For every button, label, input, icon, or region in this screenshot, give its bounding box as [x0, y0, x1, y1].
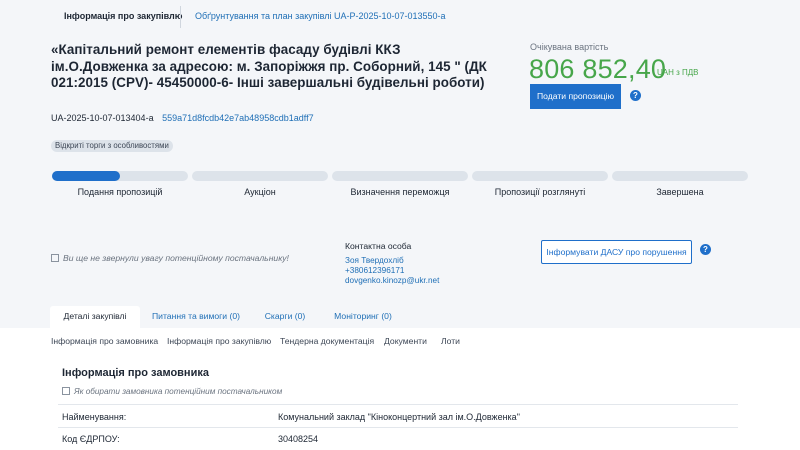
tender-title: «Капітальний ремонт елементів фасаду буд… — [51, 42, 487, 90]
tender-identifiers: UA-2025-10-07-013404-a 559a71d8fcdb42e7a… — [51, 113, 314, 123]
tender-id: UA-2025-10-07-013404-a — [51, 113, 154, 123]
checkbox-icon — [62, 387, 70, 395]
stage-label: Аукціон — [244, 187, 276, 197]
tab-procurement-info[interactable]: Інформація про закупівлю — [64, 11, 182, 21]
subtab-tender-docs[interactable]: Тендерна документація — [280, 336, 374, 346]
watch-supplier-checkbox[interactable]: Ви ще не звернули увагу потенційному пос… — [51, 253, 289, 263]
expected-value-currency: UAH з ПДВ — [657, 68, 699, 77]
top-tabs-bar: Інформація про закупівлю Обґрунтування т… — [0, 0, 800, 36]
stage-progress-bar — [192, 171, 328, 181]
customer-name-value: Комунальний заклад "Кіноконцертний зал і… — [278, 412, 520, 422]
row-divider — [58, 404, 738, 405]
procedure-type-badge: Відкриті торги з особливостями — [51, 140, 173, 152]
tab-divider — [180, 6, 181, 28]
tab-procurement-plan-link[interactable]: Обґрунтування та план закупівлі UA-P-202… — [195, 11, 446, 21]
checkbox-icon — [51, 254, 59, 262]
tab-monitoring[interactable]: Моніторинг (0) — [323, 306, 403, 328]
customer-section-title: Інформація про замовника — [62, 367, 209, 379]
watch-customer-label: Як обирати замовника потенційним постача… — [74, 387, 283, 396]
customer-edrpou-label: Код ЄДРПОУ: — [62, 434, 120, 444]
submit-proposal-button[interactable]: Подати пропозицію — [530, 84, 621, 109]
subtab-procurement-info[interactable]: Інформація про закупівлю — [167, 336, 271, 346]
help-icon[interactable]: ? — [630, 90, 641, 101]
stage-progress-fill — [52, 171, 120, 181]
stage-progress-bar — [332, 171, 468, 181]
stage-label: Визначення переможця — [350, 187, 450, 197]
customer-name-label: Найменування: — [62, 412, 127, 422]
watch-supplier-label: Ви ще не звернули увагу потенційному пос… — [63, 253, 289, 263]
stage-progress-bar — [52, 171, 188, 181]
contact-person-name[interactable]: Зоя Твердохліб — [345, 256, 404, 265]
tab-questions[interactable]: Питання та вимоги (0) — [146, 306, 246, 328]
subtab-lots[interactable]: Лоти — [441, 336, 460, 346]
tab-procurement-details[interactable]: Деталі закупівлі — [50, 306, 140, 328]
tender-hash-link[interactable]: 559a71d8fcdb42e7ab48958cdb1adff7 — [162, 113, 313, 123]
help-icon[interactable]: ? — [700, 244, 711, 255]
expected-value-amount: 806 852,40 — [529, 54, 667, 84]
contact-person-title: Контактна особа — [345, 241, 412, 251]
subtab-customer-info[interactable]: Інформація про замовника — [51, 336, 158, 346]
contact-person-phone[interactable]: +380612396171 — [345, 266, 404, 275]
contact-person-email[interactable]: dovgenko.kinozp@ukr.net — [345, 276, 439, 285]
stage-label: Подання пропозицій — [77, 187, 163, 197]
details-panel: Інформація про замовника Інформація про … — [0, 328, 800, 450]
stage-progress-bar — [612, 171, 748, 181]
watch-customer-checkbox[interactable]: Як обирати замовника потенційним постача… — [62, 387, 282, 396]
subtab-documents[interactable]: Документи — [384, 336, 427, 346]
customer-edrpou-value: 30408254 — [278, 434, 319, 444]
tab-complaints[interactable]: Скарги (0) — [254, 306, 316, 328]
stage-label: Пропозиції розглянуті — [494, 187, 586, 197]
row-divider — [58, 427, 738, 428]
stage-progress-bar — [472, 171, 608, 181]
report-dasu-button[interactable]: Інформувати ДАСУ про порушення — [541, 240, 692, 264]
detail-tabs: Деталі закупівлі Питання та вимоги (0) С… — [0, 306, 800, 328]
stage-label: Завершена — [656, 187, 704, 197]
expected-value-label: Очікувана вартість — [530, 42, 609, 52]
